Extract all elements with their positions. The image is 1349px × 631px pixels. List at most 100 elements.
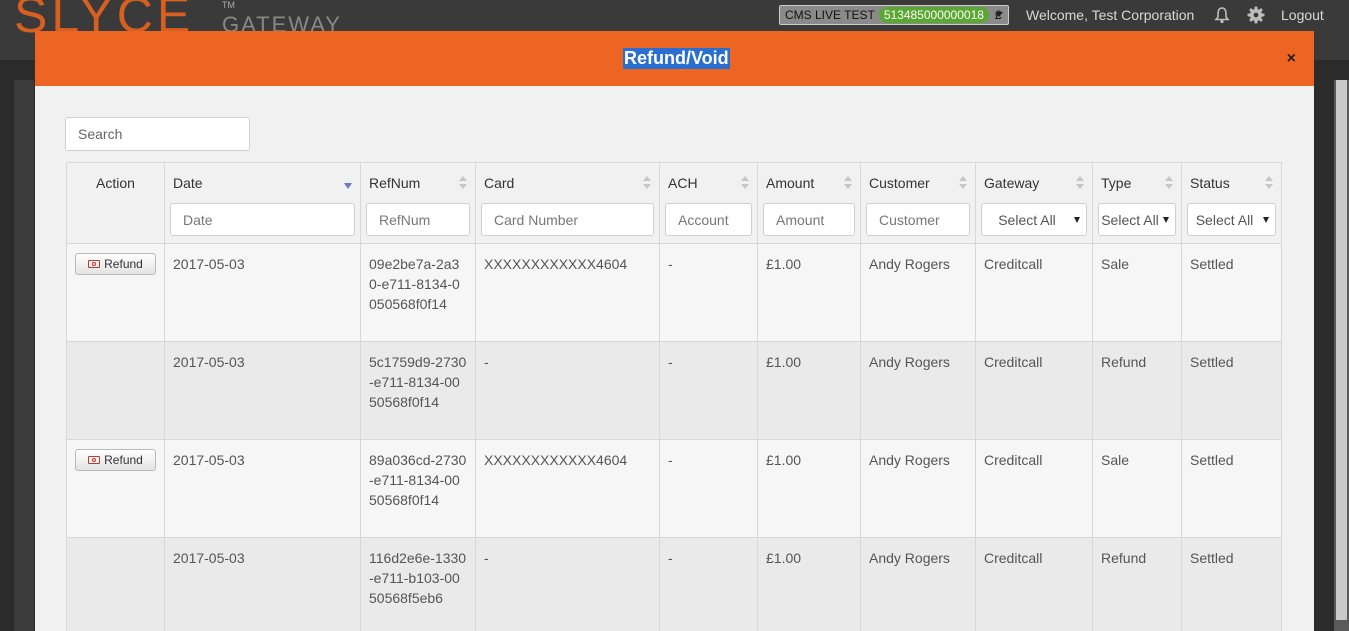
table-row[interactable]: 2017-05-03 116d2e6e-1330-e711-b103-00505… (66, 537, 1282, 631)
column-label: Amount (766, 175, 815, 191)
column-amount[interactable]: Amount (757, 162, 861, 244)
column-refnum[interactable]: RefNum (360, 162, 476, 244)
gateway-cell: Creditcall (975, 341, 1093, 440)
ach-cell: - (659, 341, 758, 440)
column-label: Gateway (984, 175, 1040, 191)
close-icon[interactable]: × (1287, 50, 1296, 68)
column-date[interactable]: Date (164, 162, 361, 244)
caret-down-icon (1263, 217, 1269, 223)
date-cell: 2017-05-03 (164, 243, 361, 342)
table-row[interactable]: Refund 2017-05-03 09e2be7a-2a30-e711-813… (66, 243, 1282, 342)
action-cell: Refund (66, 439, 165, 538)
status-filter-select[interactable]: Select All (1187, 203, 1276, 236)
amount-cell: £1.00 (757, 439, 861, 538)
gateway-filter-select[interactable]: Select All (981, 203, 1087, 236)
account-id-badge: 513485000000018 (878, 7, 989, 23)
type-cell: Sale (1092, 243, 1182, 342)
modal-title: Refund/Void (623, 48, 730, 69)
refnum-cell: 89a036cd-2730-e711-8134-0050568f0f14 (360, 439, 476, 538)
customer-cell: Andy Rogers (860, 439, 976, 538)
date-cell: 2017-05-03 (164, 439, 361, 538)
column-label: Action (96, 175, 135, 191)
sort-icon[interactable] (844, 176, 852, 190)
modal-header: Refund/Void × (35, 31, 1314, 86)
action-cell: Refund (66, 243, 165, 342)
date-filter-input[interactable] (170, 203, 355, 236)
transactions-table: Action Date RefNum Card (66, 162, 1282, 631)
gateway-cell: Creditcall (975, 439, 1093, 538)
logout-link[interactable]: Logout (1281, 7, 1324, 23)
column-type[interactable]: Type Select All (1092, 162, 1182, 244)
column-label: Date (173, 175, 203, 191)
column-card[interactable]: Card (475, 162, 660, 244)
action-cell (66, 341, 165, 440)
table-row[interactable]: Refund 2017-05-03 89a036cd-2730-e711-813… (66, 439, 1282, 538)
select-value: Select All (1195, 212, 1254, 228)
card-cell: XXXXXXXXXXXX4604 (475, 243, 660, 342)
amount-cell: £1.00 (757, 243, 861, 342)
sort-icon[interactable] (741, 176, 749, 190)
column-label: Status (1190, 175, 1230, 191)
table-row[interactable]: 2017-05-03 5c1759d9-2730-e711-8134-00505… (66, 341, 1282, 440)
column-label: RefNum (369, 175, 421, 191)
logo-trademark: TM (222, 0, 235, 10)
column-ach[interactable]: ACH (659, 162, 758, 244)
select-value: Select All (1101, 212, 1159, 228)
card-filter-input[interactable] (481, 203, 654, 236)
type-filter-select[interactable]: Select All (1098, 203, 1176, 236)
card-cell: - (475, 537, 660, 631)
refund-button[interactable]: Refund (75, 253, 156, 275)
page-scrollbar-thumb[interactable] (1336, 80, 1347, 620)
column-gateway[interactable]: Gateway Select All (975, 162, 1093, 244)
refund-button[interactable]: Refund (75, 449, 156, 471)
type-cell: Sale (1092, 439, 1182, 538)
gateway-cell: Creditcall (975, 537, 1093, 631)
status-cell: Settled (1181, 537, 1282, 631)
amount-cell: £1.00 (757, 341, 861, 440)
select-value: Select All (998, 212, 1056, 228)
caret-down-icon (1163, 217, 1169, 223)
account-select[interactable]: CMS LIVE TEST 513485000000018 £ (779, 5, 1009, 25)
ach-cell: - (659, 439, 758, 538)
account-name: CMS LIVE TEST (785, 8, 875, 22)
customer-cell: Andy Rogers (860, 243, 976, 342)
card-cell: - (475, 341, 660, 440)
amount-filter-input[interactable] (763, 203, 855, 236)
status-cell: Settled (1181, 439, 1282, 538)
caret-down-icon (1074, 217, 1080, 223)
column-customer[interactable]: Customer (860, 162, 976, 244)
gear-icon[interactable] (1247, 6, 1265, 29)
customer-cell: Andy Rogers (860, 537, 976, 631)
refnum-filter-input[interactable] (366, 203, 470, 236)
customer-filter-input[interactable] (866, 203, 970, 236)
sort-icon[interactable] (1165, 176, 1173, 190)
type-cell: Refund (1092, 341, 1182, 440)
type-cell: Refund (1092, 537, 1182, 631)
sort-icon[interactable] (1265, 176, 1273, 190)
amount-cell: £1.00 (757, 537, 861, 631)
sort-icon[interactable] (1076, 176, 1084, 190)
background-sidebar (14, 80, 34, 631)
refund-label: Refund (104, 257, 143, 271)
search-input[interactable] (65, 117, 250, 151)
column-label: ACH (668, 175, 698, 191)
column-action: Action (66, 162, 165, 244)
sort-icon[interactable] (643, 176, 651, 190)
account-filter-input[interactable] (665, 203, 752, 236)
status-cell: Settled (1181, 243, 1282, 342)
ach-cell: - (659, 243, 758, 342)
money-icon (88, 456, 101, 464)
date-cell: 2017-05-03 (164, 341, 361, 440)
card-cell: XXXXXXXXXXXX4604 (475, 439, 660, 538)
refnum-cell: 116d2e6e-1330-e711-b103-0050568f5eb6 (360, 537, 476, 631)
sort-desc-icon[interactable] (344, 183, 352, 189)
column-label: Card (484, 175, 515, 191)
sort-icon[interactable] (459, 176, 467, 190)
bell-icon[interactable] (1213, 6, 1231, 29)
column-status[interactable]: Status Select All (1181, 162, 1282, 244)
refnum-cell: 09e2be7a-2a30-e711-8134-0050568f0f14 (360, 243, 476, 342)
sort-icon[interactable] (959, 176, 967, 190)
column-label: Type (1101, 175, 1132, 191)
customer-cell: Andy Rogers (860, 341, 976, 440)
money-icon (88, 260, 101, 268)
